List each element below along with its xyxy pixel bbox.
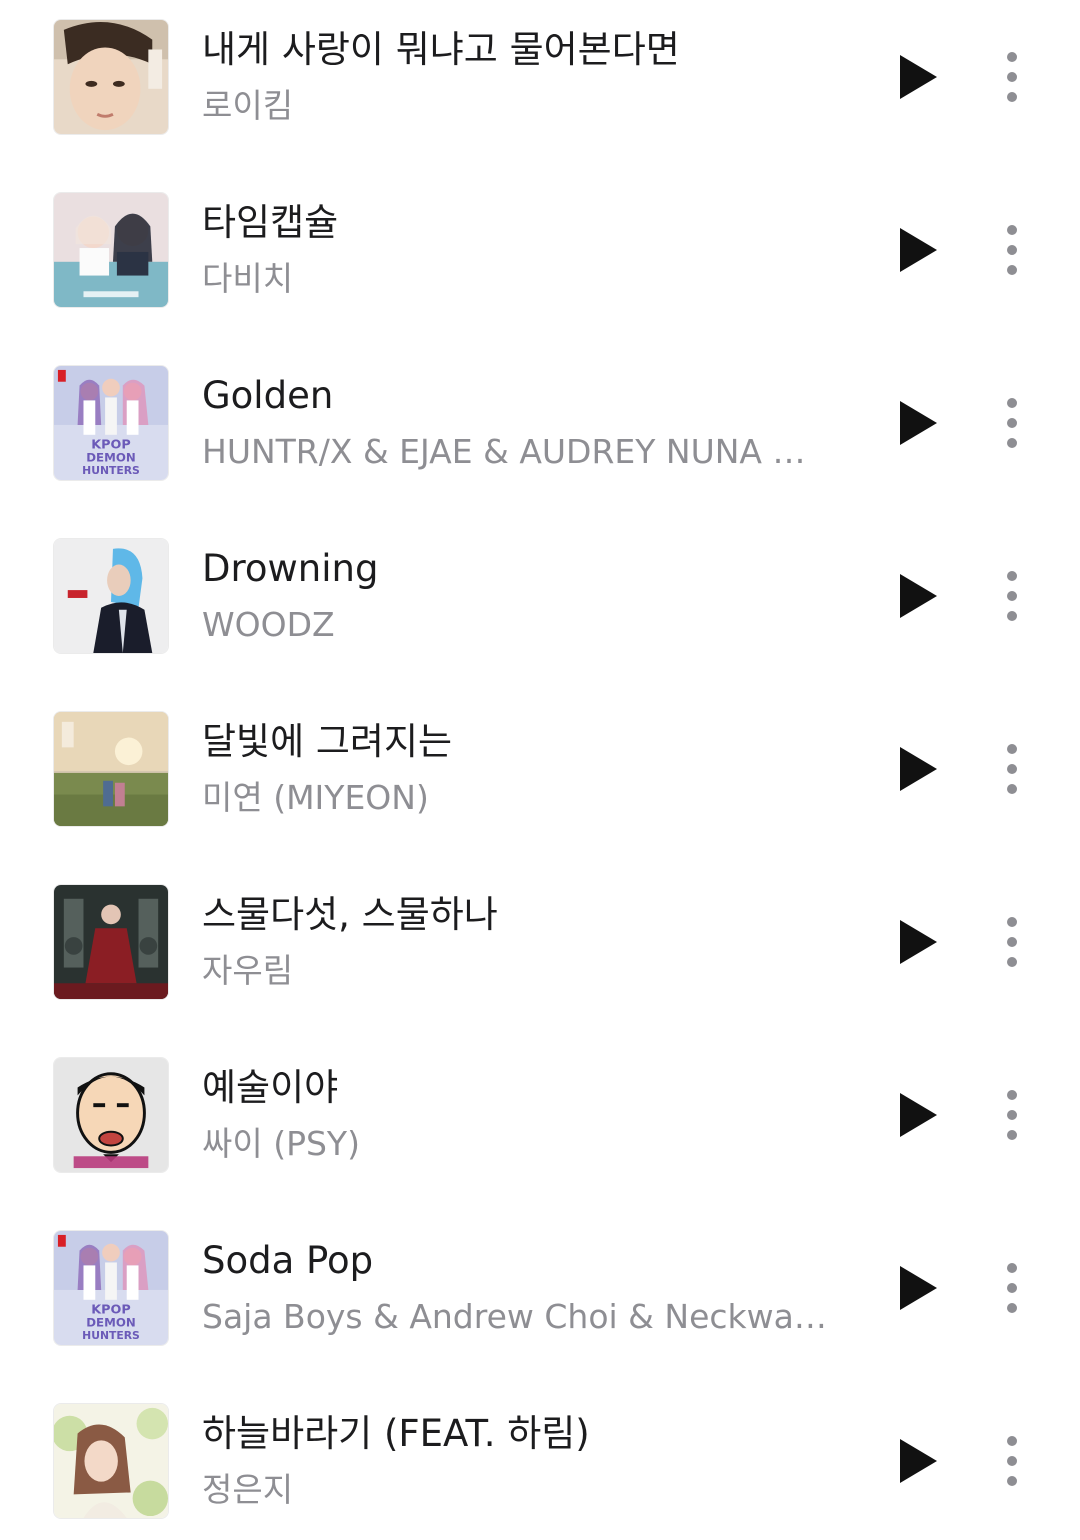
more-button[interactable] — [990, 395, 1034, 451]
more-button[interactable] — [990, 1433, 1034, 1489]
play-icon — [900, 1093, 937, 1137]
play-icon — [900, 401, 937, 445]
track-row[interactable]: Drowning WOODZ — [0, 538, 1080, 711]
track-artist: 미연 (MIYEON) — [202, 778, 429, 817]
more-vertical-icon — [1007, 52, 1017, 102]
svg-text:HUNTERS: HUNTERS — [82, 464, 140, 477]
track-row[interactable]: 스물다섯, 스물하나자우림 — [0, 884, 1080, 1057]
album-art — [53, 1403, 169, 1519]
play-button[interactable] — [888, 1085, 948, 1145]
track-title: Golden — [202, 374, 334, 417]
more-button[interactable] — [990, 1260, 1034, 1316]
play-icon — [900, 920, 937, 964]
track-row[interactable]: 달빛에 그려지는미연 (MIYEON) — [0, 711, 1080, 884]
track-title: 하늘바라기 (FEAT. 하림) — [202, 1412, 590, 1455]
track-artist: 다비치 — [202, 259, 294, 298]
more-button[interactable] — [990, 914, 1034, 970]
album-art — [53, 19, 169, 135]
play-icon — [900, 1439, 937, 1483]
track-title: Soda Pop — [202, 1239, 374, 1282]
more-vertical-icon — [1007, 398, 1017, 448]
track-title: Drowning — [202, 547, 379, 590]
play-icon — [900, 574, 937, 618]
track-title: 내게 사랑이 뭐냐고 물어본다면 — [202, 28, 680, 71]
album-art — [53, 711, 169, 827]
track-row[interactable]: 타임캡슐다비치 — [0, 192, 1080, 365]
more-button[interactable] — [990, 568, 1034, 624]
album-art — [53, 884, 169, 1000]
play-button[interactable] — [888, 1431, 948, 1491]
track-row[interactable]: KPOP DEMON HUNTERS Soda Pop Saja Boys & An… — [0, 1230, 1080, 1403]
track-row[interactable]: 예술이야싸이 (PSY) — [0, 1057, 1080, 1230]
album-art — [53, 538, 169, 654]
track-row[interactable]: KPOP DEMON HUNTERS Golden HUNTR/X & EJAE &… — [0, 365, 1080, 538]
song-list: 내게 사랑이 뭐냐고 물어본다면 로이킴 타임캡슐 다비치 KPOP DEMON… — [0, 0, 1080, 1540]
track-title: 예술이야 — [202, 1066, 339, 1109]
play-button[interactable] — [888, 1258, 948, 1318]
more-button[interactable] — [990, 741, 1034, 797]
more-vertical-icon — [1007, 571, 1017, 621]
play-icon — [900, 228, 937, 272]
play-button[interactable] — [888, 220, 948, 280]
play-icon — [900, 747, 937, 791]
more-vertical-icon — [1007, 225, 1017, 275]
more-button[interactable] — [990, 222, 1034, 278]
play-icon — [900, 55, 937, 99]
play-icon — [900, 1266, 937, 1310]
more-button[interactable] — [990, 1087, 1034, 1143]
track-artist: HUNTR/X & EJAE & AUDREY NUNA &… — [202, 432, 827, 471]
play-button[interactable] — [888, 912, 948, 972]
svg-text:DEMON: DEMON — [86, 450, 135, 464]
play-button[interactable] — [888, 47, 948, 107]
track-artist: Saja Boys & Andrew Choi & Neckwav… — [202, 1297, 827, 1336]
play-button[interactable] — [888, 393, 948, 453]
more-vertical-icon — [1007, 744, 1017, 794]
track-title: 타임캡슐 — [202, 201, 339, 244]
track-row[interactable]: 내게 사랑이 뭐냐고 물어본다면로이킴 — [0, 19, 1080, 192]
track-artist: 싸이 (PSY) — [202, 1124, 360, 1163]
more-vertical-icon — [1007, 1263, 1017, 1313]
more-vertical-icon — [1007, 917, 1017, 967]
more-button[interactable] — [990, 49, 1034, 105]
album-art: KPOP DEMON HUNTERS — [53, 1230, 169, 1346]
track-row[interactable]: 하늘바라기 (FEAT. 하림) 정은지 — [0, 1403, 1080, 1540]
track-artist: 정은지 — [202, 1470, 294, 1509]
track-artist: 자우림 — [202, 951, 294, 990]
more-vertical-icon — [1007, 1090, 1017, 1140]
track-artist: WOODZ — [202, 605, 335, 644]
play-button[interactable] — [888, 566, 948, 626]
track-artist: 로이킴 — [202, 86, 294, 125]
more-vertical-icon — [1007, 1436, 1017, 1486]
svg-text:HUNTERS: HUNTERS — [82, 1329, 140, 1342]
album-art: KPOP DEMON HUNTERS — [53, 365, 169, 481]
track-title: 달빛에 그려지는 — [202, 720, 453, 763]
svg-text:DEMON: DEMON — [86, 1315, 135, 1329]
album-art — [53, 1057, 169, 1173]
play-button[interactable] — [888, 739, 948, 799]
album-art — [53, 192, 169, 308]
track-title: 스물다섯, 스물하나 — [202, 893, 498, 936]
